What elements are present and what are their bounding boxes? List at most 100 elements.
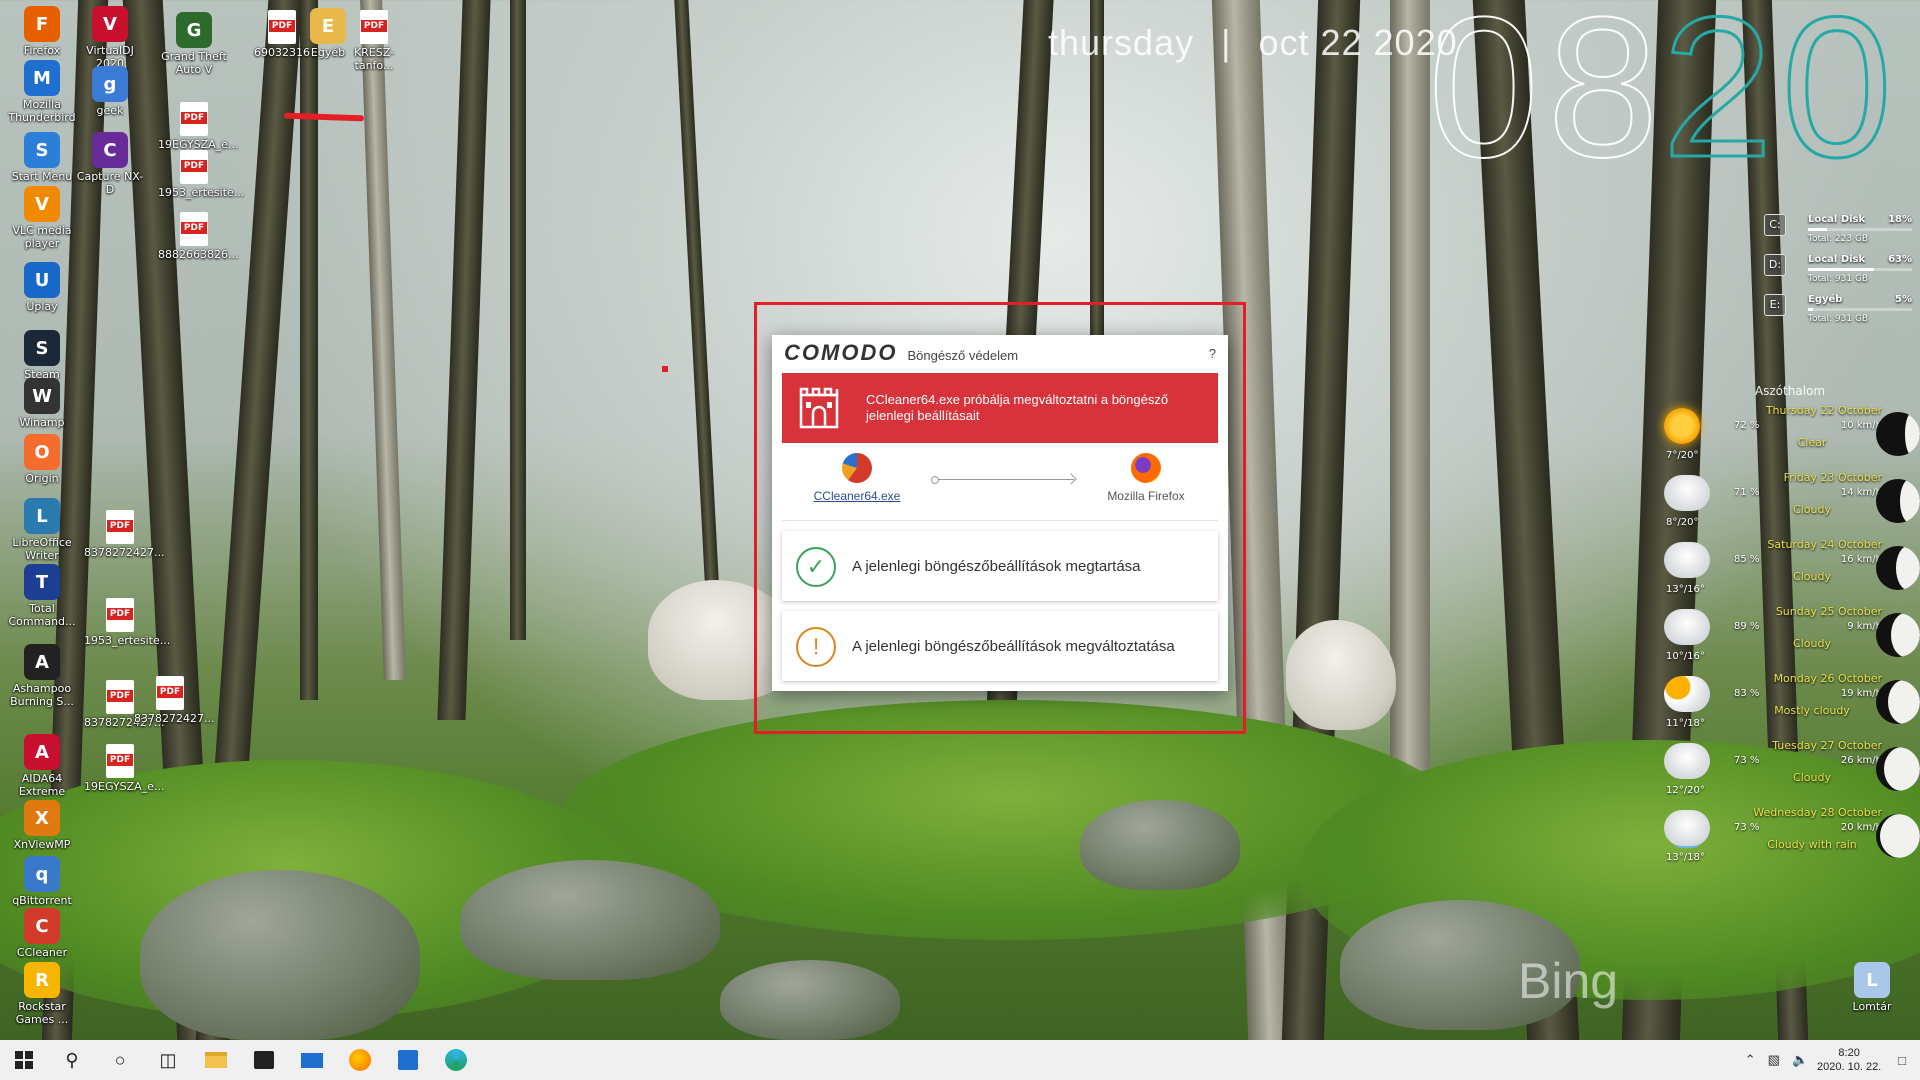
help-button[interactable]: ? [1209,346,1216,361]
store-icon[interactable] [240,1040,288,1080]
desktop-icon[interactable]: T Total Command... [6,564,78,628]
weather-temp: 10°/16° [1666,651,1705,662]
weather-humidity: 73 % [1734,755,1760,766]
moon-lit [1900,479,1920,523]
desktop-icon[interactable]: g geek [74,66,146,117]
change-settings-label: A jelenlegi böngészőbeállítások megválto… [852,637,1175,655]
sun-icon [1664,408,1700,444]
weather-humidity: 71 % [1734,487,1760,498]
desktop-icon[interactable]: C Capture NX-D [74,132,146,196]
disk-usage-fill [1808,268,1874,271]
weather-humidity: 85 % [1734,554,1760,565]
notifications-icon[interactable]: □ [1884,1053,1920,1068]
thunderbird-icon: M [24,60,60,96]
dialog-title: Böngésző védelem [907,347,1019,363]
disk-percent: 63% [1888,254,1912,265]
moon-phase-icon [1876,814,1920,858]
desktop-icon[interactable]: F Firefox [6,6,78,57]
desktop-icon[interactable]: KRESZ-tanfo... [338,10,410,72]
desktop-icon-label: Ashampoo Burning S... [10,682,74,708]
weather-condition: Cloudy [1793,771,1831,784]
desktop-icon[interactable]: C CCleaner [6,908,78,959]
cloud-icon [1664,609,1710,645]
disk-name: Local Disk [1808,214,1866,225]
weather-temp: 11°/18° [1666,718,1705,729]
desktop-icon[interactable]: 8882663826... [158,212,238,261]
desktop-icon[interactable]: 8378272427... [84,510,164,559]
uplay-icon: U [24,262,60,298]
desktop-icon[interactable]: U Uplay [6,262,78,313]
arrow-right-icon [931,476,1074,484]
start-menu-icon: S [24,132,60,168]
weather-date: Monday 26 October [1773,672,1882,685]
weather-day: 12°/20° Tuesday 27 October 73 % 26 km/h Clou… [1660,739,1920,805]
file-explorer-icon[interactable] [192,1040,240,1080]
desktop-icon[interactable]: L Lomtár [1836,962,1908,1013]
firefox-taskbar-icon[interactable] [336,1040,384,1080]
weather-condition: Clear [1797,436,1827,449]
task-view-icon[interactable]: ◫ [144,1040,192,1080]
desktop-icon[interactable]: A Ashampoo Burning S... [6,644,78,708]
desktop-icon[interactable]: 19EGYSZA_e... [84,744,165,793]
keep-settings-option[interactable]: ✓ A jelenlegi böngészőbeállítások megtar… [782,531,1218,601]
desktop-icon[interactable]: 1953_ertesite... [84,598,170,647]
search-icon[interactable]: ⚲ [48,1040,96,1080]
desktop-icon[interactable]: W Winamp [6,378,78,429]
pdf-icon [106,598,134,632]
alert-banner: CCleaner64.exe próbálja megváltoztatni a… [782,373,1218,443]
libreoffice-icon: L [24,498,60,534]
desktop-icon[interactable]: S Start Menu [6,132,78,183]
desktop-icon[interactable]: A AIDA64 Extreme [6,734,78,798]
desktop-icon[interactable]: L LibreOffice Writer [6,498,78,562]
desktop-icon-label: Start Menu [11,170,73,183]
chevron-up-icon[interactable]: ⌃ [1739,1052,1762,1068]
windows-start-icon[interactable] [0,1040,48,1080]
weather-day: 11°/18° Monday 26 October 83 % 19 km/h Mostl… [1660,672,1920,738]
desktop-icon[interactable]: M Mozilla Thunderbird [6,60,78,124]
xnview-icon: X [24,800,60,836]
desktop-icon[interactable]: 1953_ertesite... [158,150,244,199]
disk-usage-fill [1808,308,1814,311]
desktop-icon[interactable]: G Grand Theft Auto V [158,12,230,76]
qbittorrent-icon: q [24,856,60,892]
mail-icon[interactable] [288,1040,336,1080]
red-marker [662,366,668,372]
edge-icon[interactable] [432,1040,480,1080]
desktop-icon[interactable]: R Rockstar Games ... [6,962,78,1026]
change-settings-option[interactable]: ! A jelenlegi böngészőbeállítások megvál… [782,611,1218,681]
network-icon[interactable]: ▧ [1762,1052,1786,1068]
desktop-icon[interactable]: 19EGYSZA_e... [158,102,238,151]
moon-lit [1895,546,1920,590]
desktop-icon-label: CCleaner [16,946,68,959]
check-icon: ✓ [796,547,836,587]
tray-clock[interactable]: 8:20 2020. 10. 22. [1814,1046,1884,1074]
weather-condition: Cloudy [1793,503,1831,516]
cloud-icon [1664,743,1710,779]
clock-hour: 08 [1427,0,1667,199]
disk-name: Local Disk [1808,254,1866,265]
desktop-icon[interactable]: q qBittorrent [6,856,78,907]
moon-lit [1888,680,1920,724]
desktop-icon[interactable]: O Origin [6,434,78,485]
desktop-icon[interactable]: S Steam [6,330,78,381]
desktop-icon[interactable]: V VirtualDJ 2020 [74,6,146,70]
taskbar: ⚲ ○ ◫ ⌃ ▧ 🔈 8:20 2020. 10. 22. □ [0,1040,1920,1080]
weather-humidity: 89 % [1734,621,1760,632]
comodo-logo: COMODO [784,340,898,365]
disk-total: Total: 931 GB [1808,314,1869,324]
desktop-icon-label: 19EGYSZA_e... [84,780,165,793]
disk-usage-bar [1808,228,1912,231]
desktop-icon[interactable]: X XnViewMP [6,800,78,851]
source-app[interactable]: CCleaner64.exe [802,453,912,503]
desktop-icon-label: LibreOffice Writer [12,536,72,562]
tray-time: 8:20 [1838,1047,1860,1059]
comodo-taskbar-icon[interactable] [384,1040,432,1080]
disk-usage-bar [1808,268,1912,271]
cortana-icon[interactable]: ○ [96,1040,144,1080]
weather-temp: 13°/16° [1666,584,1705,595]
desktop-icon[interactable]: V VLC media player [6,186,78,250]
weather-date: Thursday 22 October [1765,404,1882,417]
volume-icon[interactable]: 🔈 [1786,1052,1814,1068]
desktop-icon-label: Winamp [19,416,65,429]
desktop-icon[interactable]: 8378272427... [134,676,214,725]
